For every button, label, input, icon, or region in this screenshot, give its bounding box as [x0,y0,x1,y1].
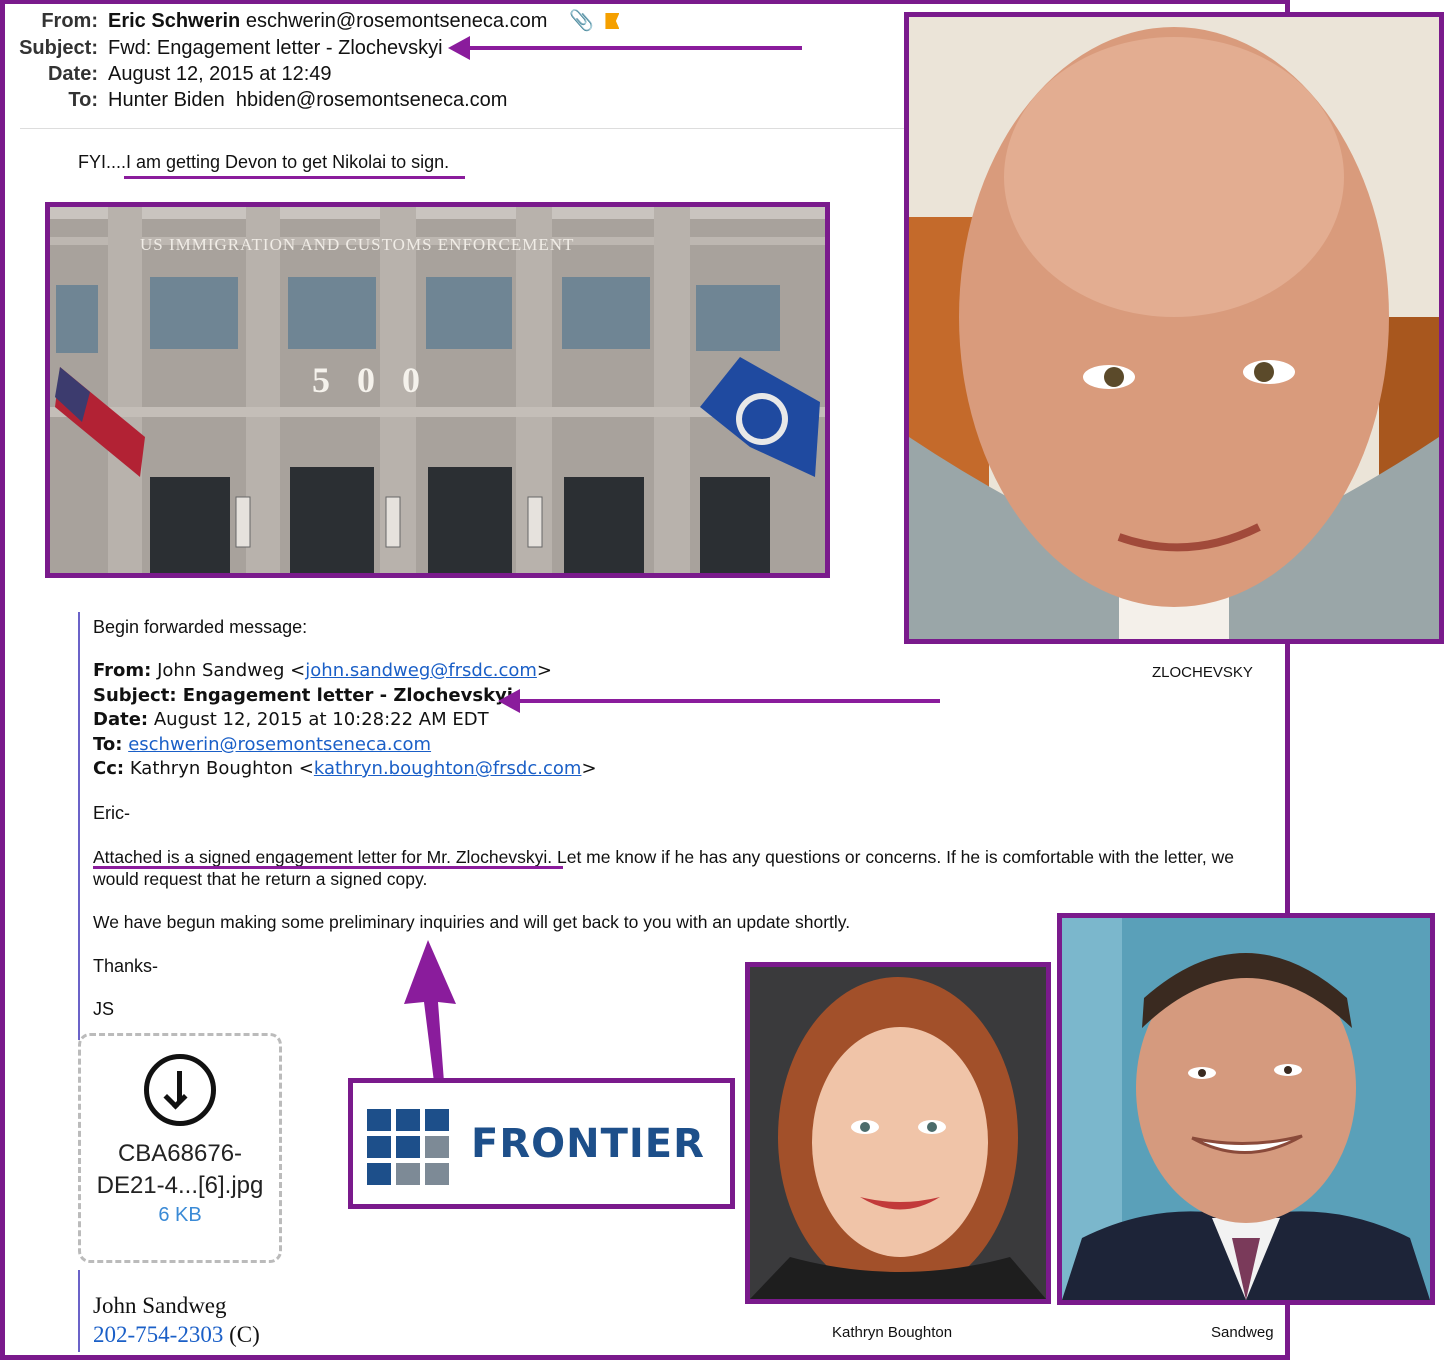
fwd-greeting: Eric- [93,803,130,823]
frontier-logo-mark [367,1109,449,1185]
building-sign-text: US IMMIGRATION AND CUSTOMS ENFORCEMENT [140,235,575,254]
caption-sandweg: Sandweg [1211,1324,1274,1341]
caption-boughton: Kathryn Boughton [832,1324,953,1341]
fwd-from-row: From: John Sandweg <john.sandweg@frsdc.c… [93,660,552,681]
header-divider [20,128,905,129]
forward-intro: Begin forwarded message: [93,617,308,637]
flag-icon[interactable] [605,13,620,29]
frontier-logo-text: FRONTIER [471,1121,705,1167]
boughton-illustration [750,967,1046,1299]
fwd-thanks: Thanks- [93,956,159,976]
fwd-to-row: To: eschwerin@rosemontseneca.com [93,734,432,755]
sandweg-illustration [1062,918,1430,1300]
header-subject-row: Subject: Fwd: Engagement letter - Zlochev… [19,37,443,59]
email-body-text: FYI....I am getting Devon to get Nikolai… [78,152,450,172]
sender-email[interactable]: eschwerin@rosemontseneca.com [246,10,548,32]
signature-phone-link[interactable]: 202-754-2303 [93,1322,223,1347]
fwd-date-row: Date: August 12, 2015 at 10:28:22 AM EDT [93,709,489,730]
recipient-email[interactable]: hbiden@rosemontseneca.com [236,89,508,111]
header-from-row: From: Eric Schwerin eschwerin@rosemontsen… [0,8,620,34]
quote-bar [78,612,80,1040]
sender-name[interactable]: Eric Schwerin [108,10,240,32]
recipient-name[interactable]: Hunter Biden [108,89,225,111]
attachment-clip-icon[interactable]: 📎 [569,10,594,32]
fwd-from-email-link[interactable]: john.sandweg@frsdc.com [305,660,537,681]
sandweg-photo [1057,913,1435,1305]
fwd-signoff: JS [93,999,115,1019]
attachment-name-line-2: DE21-4...[6].jpg [96,1172,264,1199]
date-text: August 12, 2015 at 12:49 [108,63,332,85]
attachment-size: 6 KB [158,1204,202,1226]
boughton-photo [745,962,1051,1304]
fwd-paragraph-2: We have begun making some preliminary in… [93,912,851,932]
subject-text: Fwd: Engagement letter - Zlochevskyi [108,37,443,59]
caption-zlochevsky: ZLOCHEVSKY [1152,664,1253,681]
frontier-logo-box: FRONTIER [348,1078,735,1209]
signature-phone-row: 202-754-2303 (C) [93,1322,260,1347]
portrait-illustration [909,17,1439,639]
fwd-cc-email-link[interactable]: kathryn.boughton@frsdc.com [314,758,582,779]
para-underline [93,866,563,869]
fwd-subject-text: Engagement letter - Zlochevskyi [182,685,513,706]
fwd-to-email-link[interactable]: eschwerin@rosemontseneca.com [128,734,431,755]
zlochevsky-photo [904,12,1444,644]
body-underline [124,176,465,179]
signature-name: John Sandweg [93,1293,227,1318]
header-date-row: Date: August 12, 2015 at 12:49 [47,63,332,85]
fwd-subject-arrow [498,689,940,713]
building-number: 5 0 0 [312,360,420,400]
up-arrow [404,940,456,1082]
attachment-name-line-1: CBA68676- [117,1140,243,1167]
header-to-row: To: Hunter Biden hbiden@rosemontseneca.co… [68,89,508,111]
ice-building-photo: US IMMIGRATION AND CUSTOMS ENFORCEMENT 5… [45,202,830,578]
attachment-card[interactable]: CBA68676- DE21-4...[6].jpg 6 KB [78,1033,282,1263]
building-illustration [50,207,825,573]
fwd-cc-row: Cc: Kathryn Boughton <kathryn.boughton@f… [93,758,597,779]
download-icon[interactable] [144,1054,216,1126]
fwd-subject-row: Subject: Engagement letter - Zlochevskyi [93,685,513,706]
subject-arrow [448,36,802,60]
signature-quote-bar [78,1270,80,1352]
